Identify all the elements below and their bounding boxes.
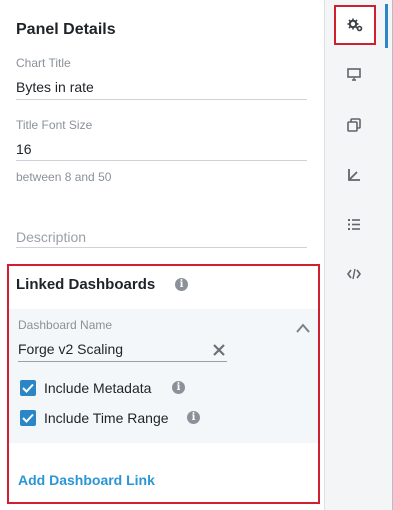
title-font-size-underline (16, 160, 307, 161)
axis-icon (348, 169, 360, 181)
axes-tab[interactable] (334, 156, 376, 196)
info-icon[interactable]: i (172, 381, 185, 394)
legend-tab[interactable] (334, 206, 376, 246)
title-font-size-input[interactable]: 16 (16, 141, 32, 157)
title-font-size-helper: between 8 and 50 (16, 170, 112, 184)
include-time-range-checkbox[interactable] (20, 410, 36, 426)
description-underline (16, 247, 307, 248)
display-tab[interactable] (334, 56, 376, 96)
linked-dashboards-title: Linked Dashboards (16, 276, 156, 293)
panel-details: Panel Details Chart Title Bytes in rate … (0, 0, 324, 510)
info-icon[interactable]: i (175, 278, 188, 291)
dashboard-name-underline (18, 361, 227, 362)
checkmark-icon (22, 383, 34, 393)
chart-title-input[interactable]: Bytes in rate (16, 79, 94, 95)
clear-icon[interactable] (212, 341, 226, 357)
chart-title-underline (16, 99, 307, 100)
include-time-range-label: Include Time Range (44, 410, 169, 426)
chevron-up-icon[interactable] (295, 322, 311, 334)
panel-title: Panel Details (16, 21, 116, 38)
include-metadata-checkbox[interactable] (20, 380, 36, 396)
gears-icon (347, 18, 363, 32)
active-indicator (385, 4, 388, 48)
include-metadata-label: Include Metadata (44, 380, 152, 396)
description-input[interactable]: Description (16, 229, 86, 245)
copy-icon (347, 118, 361, 132)
title-font-size-label: Title Font Size (16, 118, 93, 132)
add-dashboard-link[interactable]: Add Dashboard Link (18, 472, 155, 488)
chart-title-label: Chart Title (16, 56, 71, 70)
code-tab[interactable] (334, 256, 376, 296)
dashboard-name-input[interactable]: Forge v2 Scaling (18, 341, 123, 357)
code-icon (347, 268, 361, 280)
dashboard-name-label: Dashboard Name (18, 318, 113, 332)
info-icon[interactable]: i (187, 411, 200, 424)
list-icon (348, 219, 360, 230)
settings-tab[interactable] (334, 5, 376, 45)
checkmark-icon (22, 413, 34, 423)
monitor-icon (347, 68, 361, 81)
clone-tab[interactable] (334, 106, 376, 146)
